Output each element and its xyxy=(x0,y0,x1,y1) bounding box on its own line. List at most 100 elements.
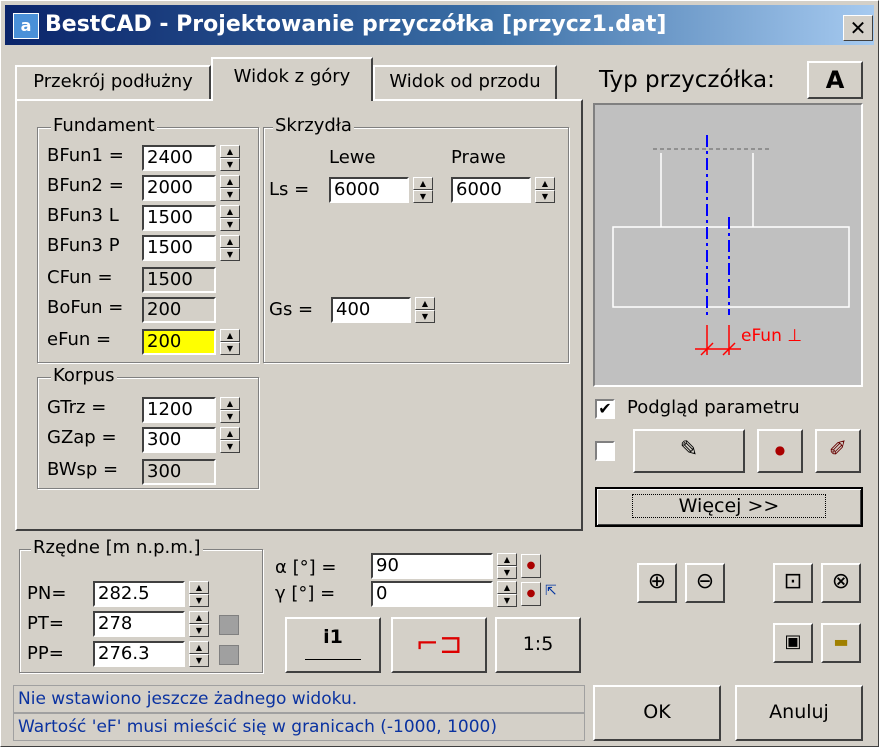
pp-pick-button[interactable] xyxy=(219,645,239,665)
spin-up-icon[interactable]: ▲ xyxy=(220,329,240,342)
efun-field[interactable]: 200 xyxy=(142,329,216,355)
window-button[interactable]: ▣ xyxy=(773,623,813,663)
spin-down-icon[interactable]: ▼ xyxy=(413,190,433,203)
pn-label: PN= xyxy=(27,583,67,604)
gs-spinner[interactable]: ▲ ▼ xyxy=(415,297,435,323)
pt-pick-button[interactable] xyxy=(219,615,239,635)
profile-shape-icon: ⌐⊐ xyxy=(415,627,463,660)
alpha-field[interactable]: 90 xyxy=(371,553,493,579)
spin-up-icon[interactable]: ▲ xyxy=(220,145,240,158)
spin-down-icon[interactable]: ▼ xyxy=(415,310,435,323)
alpha-pick-button[interactable]: ● xyxy=(521,554,541,578)
zoom-window-button[interactable]: ⊡ xyxy=(773,563,813,603)
ls-left-spinner[interactable]: ▲ ▼ xyxy=(413,177,433,203)
cancel-button[interactable]: Anuluj xyxy=(735,685,863,741)
spin-up-icon[interactable]: ▲ xyxy=(189,641,209,654)
insert-view-button[interactable]: i1 xyxy=(285,617,381,673)
gtrz-field[interactable]: 1200 xyxy=(142,397,216,423)
bfun3l-spinner[interactable]: ▲ ▼ xyxy=(220,205,240,231)
pp-spinner[interactable]: ▲ ▼ xyxy=(189,641,209,667)
app-icon[interactable]: a xyxy=(13,13,39,39)
efun-spinner[interactable]: ▲ ▼ xyxy=(220,329,240,355)
ruler-icon: ▬ xyxy=(833,632,849,651)
cursor-pick-icon[interactable]: ⇱ xyxy=(545,583,563,605)
spin-up-icon[interactable]: ▲ xyxy=(497,581,517,594)
spin-up-icon[interactable]: ▲ xyxy=(220,397,240,410)
tab-przekroj-podluzny[interactable]: Przekrój podłużny xyxy=(15,65,211,99)
tab-label: Widok z góry xyxy=(233,66,351,87)
spin-up-icon[interactable]: ▲ xyxy=(535,177,555,190)
gtrz-spinner[interactable]: ▲ ▼ xyxy=(220,397,240,423)
tab-widok-z-gory[interactable]: Widok z góry xyxy=(211,57,373,101)
alpha-spinner[interactable]: ▲ ▼ xyxy=(497,553,517,579)
spin-up-icon[interactable]: ▲ xyxy=(413,177,433,190)
gamma-pick-button[interactable]: ● xyxy=(521,582,541,606)
gamma-label: γ [°] = xyxy=(275,583,336,604)
extra-checkbox[interactable] xyxy=(595,441,615,461)
tab-widok-od-przodu[interactable]: Widok od przodu xyxy=(373,65,557,99)
bfun3l-field[interactable]: 1500 xyxy=(142,205,216,231)
ok-button[interactable]: OK xyxy=(593,685,721,741)
bfun1-spinner[interactable]: ▲ ▼ xyxy=(220,145,240,171)
wiecej-button[interactable]: Więcej >> xyxy=(595,487,863,527)
title-bar[interactable]: a BestCAD - Projektowanie przyczółka [pr… xyxy=(5,5,874,45)
bofun-label: BoFun = xyxy=(47,297,124,318)
gs-field[interactable]: 400 xyxy=(331,297,411,323)
bofun-field: 200 xyxy=(142,297,216,323)
spin-down-icon[interactable]: ▼ xyxy=(220,218,240,231)
bwsp-field: 300 xyxy=(142,459,216,485)
spin-down-icon[interactable]: ▼ xyxy=(220,248,240,261)
gzap-spinner[interactable]: ▲ ▼ xyxy=(220,427,240,453)
spin-down-icon[interactable]: ▼ xyxy=(189,594,209,607)
spin-down-icon[interactable]: ▼ xyxy=(535,190,555,203)
scale-button[interactable]: 1:5 xyxy=(495,617,581,673)
efun-dim-label: eFun ⊥ xyxy=(741,326,802,346)
zoom-all-icon: ⊗ xyxy=(831,569,851,594)
spin-down-icon[interactable]: ▼ xyxy=(220,188,240,201)
ls-right-field[interactable]: 6000 xyxy=(451,177,531,203)
spin-down-icon[interactable]: ▼ xyxy=(189,624,209,637)
spin-up-icon[interactable]: ▲ xyxy=(220,205,240,218)
zoom-all-button[interactable]: ⊗ xyxy=(821,563,861,603)
spin-down-icon[interactable]: ▼ xyxy=(497,594,517,607)
ls-left-field[interactable]: 6000 xyxy=(329,177,409,203)
bfun1-field[interactable]: 2400 xyxy=(142,145,216,171)
spin-down-icon[interactable]: ▼ xyxy=(497,566,517,579)
pt-spinner[interactable]: ▲ ▼ xyxy=(189,611,209,637)
spin-down-icon[interactable]: ▼ xyxy=(220,342,240,355)
typ-a-button[interactable]: A xyxy=(807,61,863,99)
pt-field[interactable]: 278 xyxy=(93,611,185,637)
bfun3p-spinner[interactable]: ▲ ▼ xyxy=(220,235,240,261)
spin-down-icon[interactable]: ▼ xyxy=(220,440,240,453)
pp-field[interactable]: 276.3 xyxy=(93,641,185,667)
spin-up-icon[interactable]: ▲ xyxy=(189,611,209,624)
spin-up-icon[interactable]: ▲ xyxy=(220,235,240,248)
spin-up-icon[interactable]: ▲ xyxy=(415,297,435,310)
spin-up-icon[interactable]: ▲ xyxy=(497,553,517,566)
point-button[interactable]: ● xyxy=(757,429,803,473)
bfun2-field[interactable]: 2000 xyxy=(142,175,216,201)
ruler-button[interactable]: ▬ xyxy=(821,623,861,663)
spin-down-icon[interactable]: ▼ xyxy=(220,158,240,171)
ls-right-spinner[interactable]: ▲ ▼ xyxy=(535,177,555,203)
bfun2-spinner[interactable]: ▲ ▼ xyxy=(220,175,240,201)
spin-down-icon[interactable]: ▼ xyxy=(189,654,209,667)
gamma-spinner[interactable]: ▲ ▼ xyxy=(497,581,517,607)
close-button[interactable]: ✕ xyxy=(843,15,873,41)
zoom-out-button[interactable]: ⊖ xyxy=(685,563,725,603)
spin-up-icon[interactable]: ▲ xyxy=(220,427,240,440)
spin-down-icon[interactable]: ▼ xyxy=(220,410,240,423)
pn-field[interactable]: 282.5 xyxy=(93,581,185,607)
spin-up-icon[interactable]: ▲ xyxy=(189,581,209,594)
spin-up-icon[interactable]: ▲ xyxy=(220,175,240,188)
bfun3p-field[interactable]: 1500 xyxy=(142,235,216,261)
gzap-field[interactable]: 300 xyxy=(142,427,216,453)
eraser-button[interactable]: ✐ xyxy=(815,429,861,473)
podglad-checkbox[interactable]: ✔ xyxy=(595,399,615,419)
profile-view-button[interactable]: ⌐⊐ xyxy=(391,617,487,673)
pn-spinner[interactable]: ▲ ▼ xyxy=(189,581,209,607)
pencil-button[interactable]: ✎ xyxy=(633,429,745,473)
gamma-field[interactable]: 0 xyxy=(371,581,493,607)
bfun3l-label: BFun3 L xyxy=(47,205,119,226)
zoom-in-button[interactable]: ⊕ xyxy=(637,563,677,603)
